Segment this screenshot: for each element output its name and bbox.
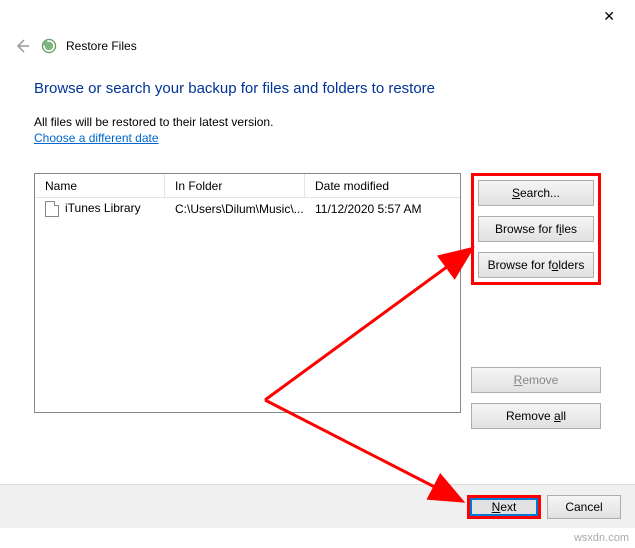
col-header-name[interactable]: Name xyxy=(35,174,165,197)
col-header-folder[interactable]: In Folder xyxy=(165,174,305,197)
watermark: wsxdn.com xyxy=(574,532,629,544)
close-icon[interactable]: ✕ xyxy=(595,4,623,29)
remove-button: Remove xyxy=(471,367,601,393)
choose-date-link[interactable]: Choose a different date xyxy=(34,131,159,145)
restore-app-icon xyxy=(40,37,58,55)
cancel-button[interactable]: Cancel xyxy=(547,495,621,519)
file-folder: C:\Users\Dilum\Music\... xyxy=(165,202,305,216)
remove-all-button[interactable]: Remove all xyxy=(471,403,601,429)
highlight-annotation: Search... Browse for files Browse for fo… xyxy=(471,173,601,285)
file-list[interactable]: Name In Folder Date modified iTunes Libr… xyxy=(34,173,461,413)
file-icon xyxy=(45,201,59,217)
browse-folders-button[interactable]: Browse for folders xyxy=(478,252,594,278)
file-name: iTunes Library xyxy=(65,201,141,215)
file-date: 11/12/2020 5:57 AM xyxy=(305,202,460,216)
col-header-date[interactable]: Date modified xyxy=(305,174,460,197)
table-row[interactable]: iTunes Library C:\Users\Dilum\Music\... … xyxy=(35,198,460,220)
browse-files-button[interactable]: Browse for files xyxy=(478,216,594,242)
list-header[interactable]: Name In Folder Date modified xyxy=(35,174,460,198)
subtext: All files will be restored to their late… xyxy=(34,115,601,129)
next-button[interactable]: Next xyxy=(467,495,541,519)
search-button[interactable]: Search... xyxy=(478,180,594,206)
back-arrow-icon[interactable] xyxy=(12,36,32,56)
footer-bar: Next Cancel xyxy=(0,484,635,528)
instruction-heading: Browse or search your backup for files a… xyxy=(34,80,601,97)
window-title: Restore Files xyxy=(66,39,137,53)
